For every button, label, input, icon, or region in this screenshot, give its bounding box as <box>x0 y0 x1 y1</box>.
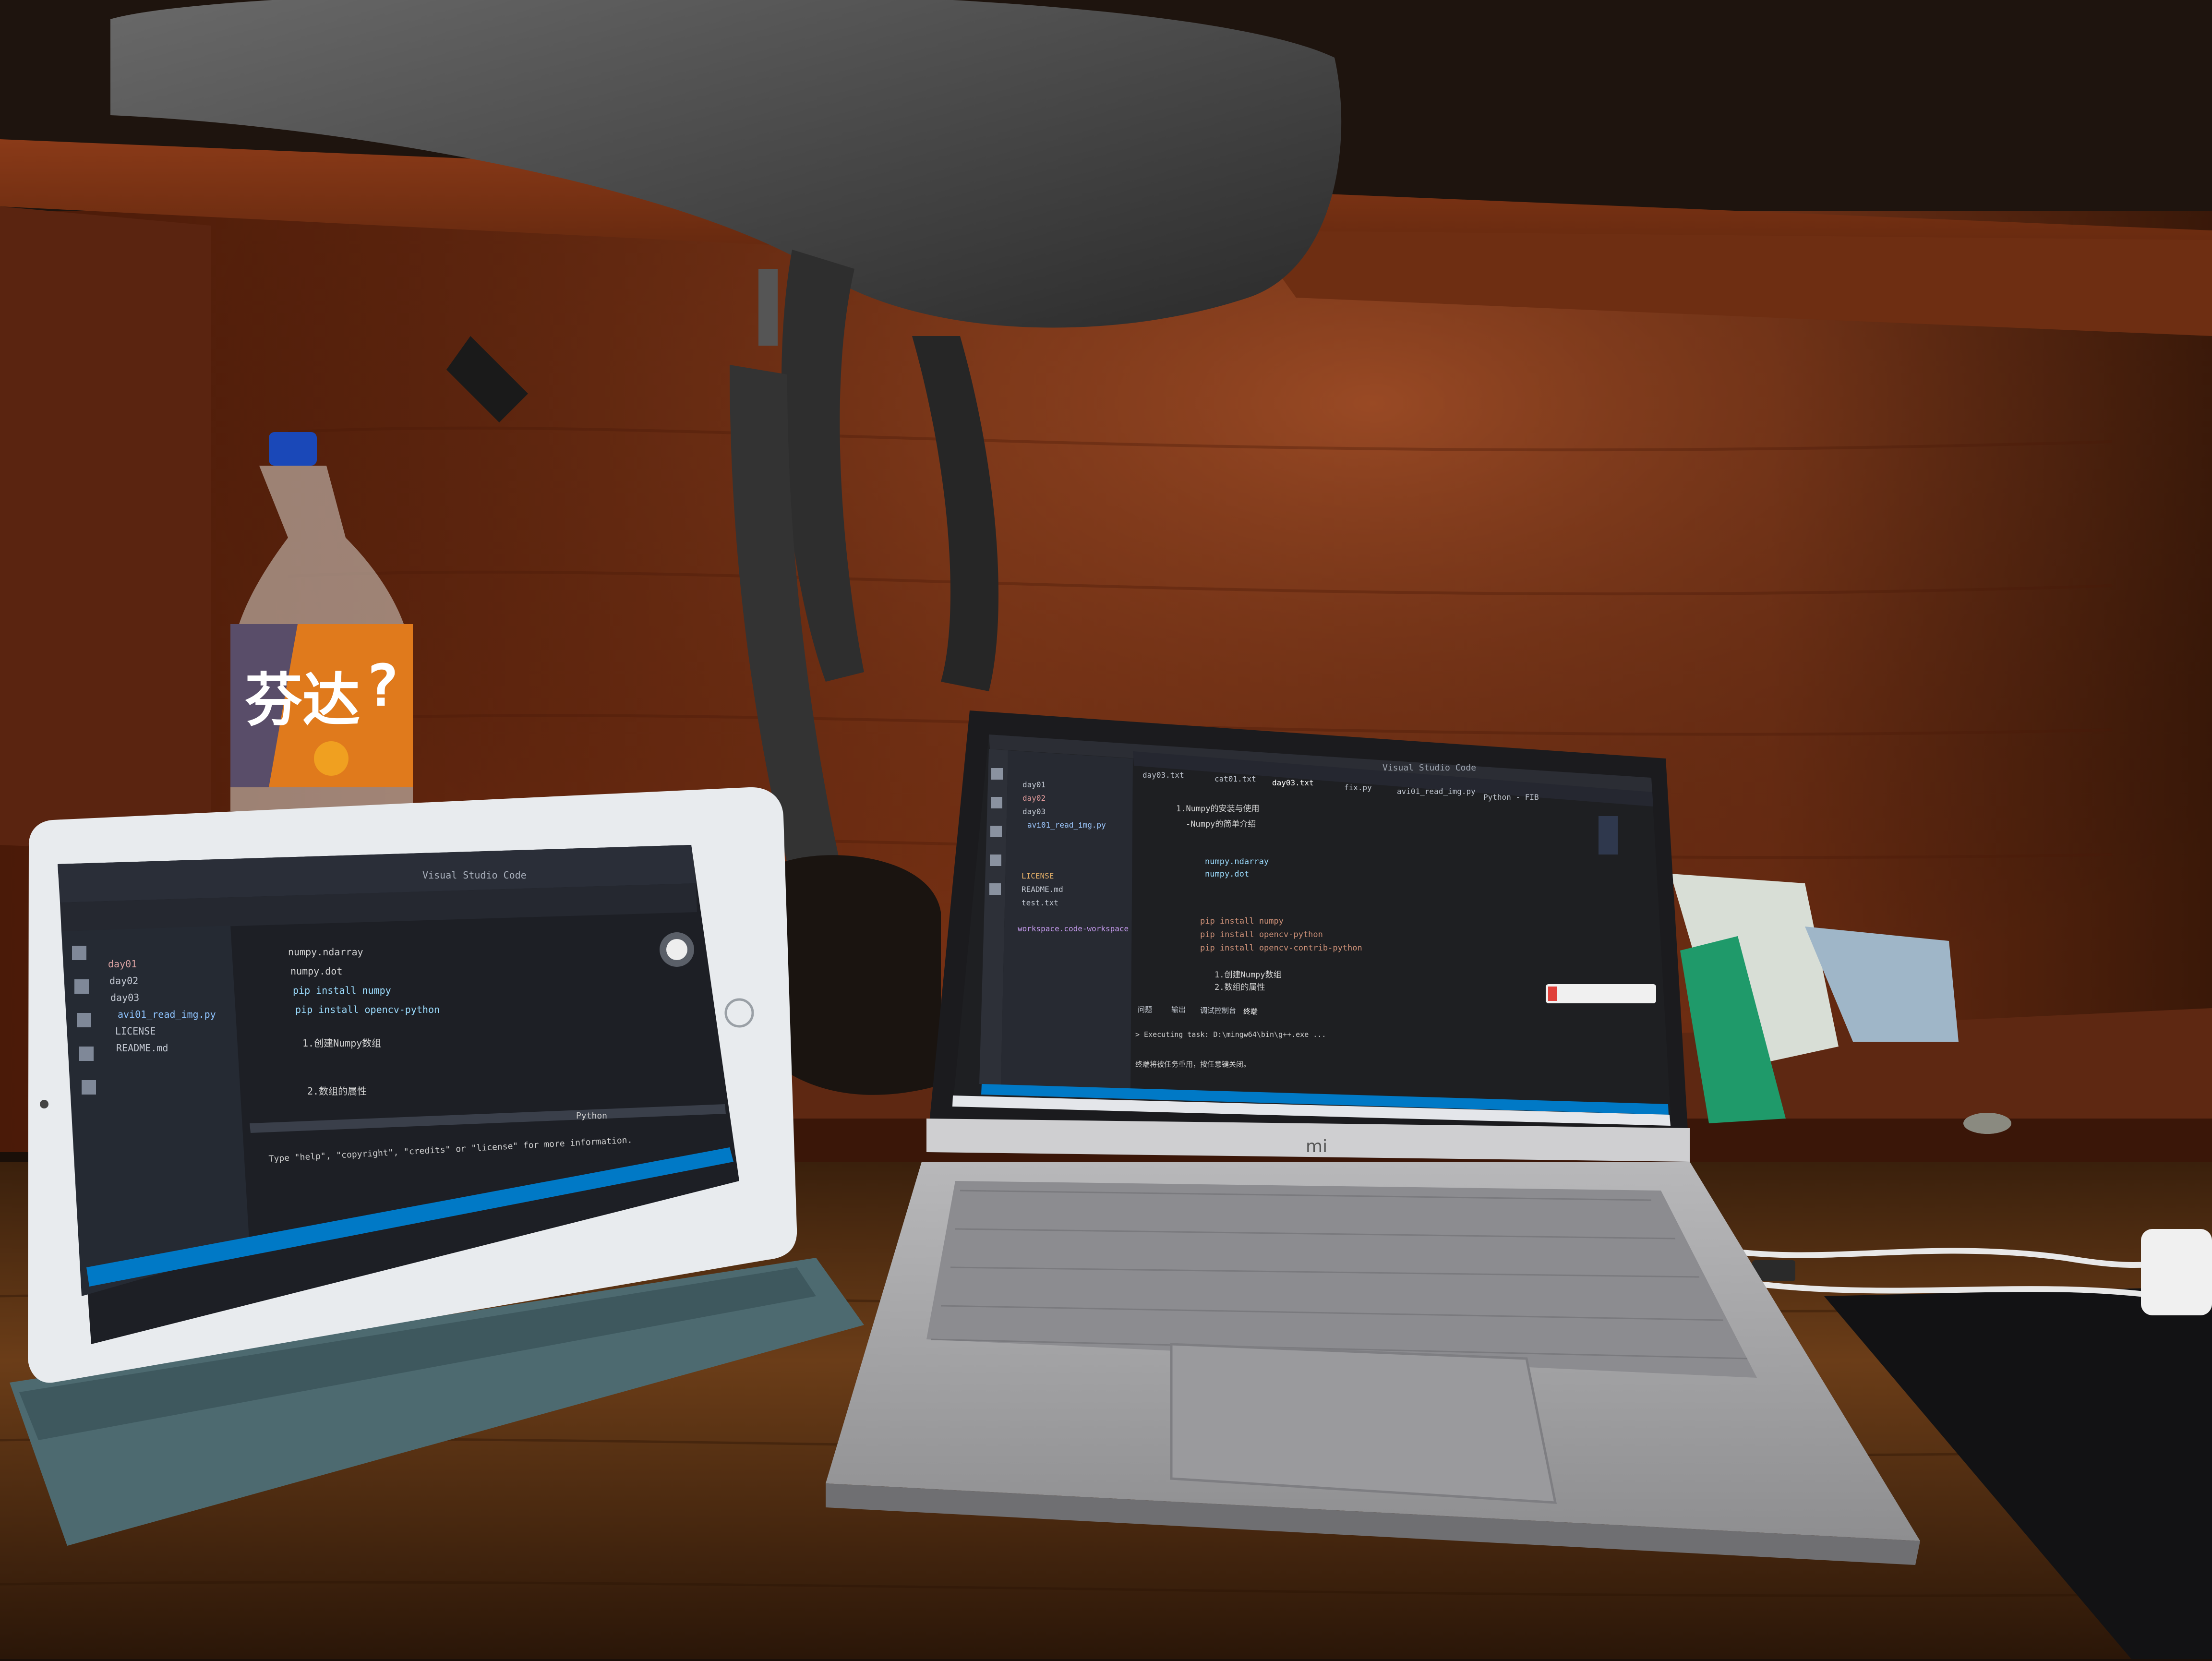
tab[interactable]: day03.txt <box>1142 770 1184 780</box>
tab[interactable]: Python - FIB <box>1483 793 1539 802</box>
left-side-panel <box>0 206 211 855</box>
editor-line: 2.数组的属性 <box>307 1085 367 1097</box>
bottle-brand-mark: ? <box>365 653 399 720</box>
panel-tab[interactable]: 问题 <box>1138 1005 1152 1014</box>
editor-line: numpy.dot <box>1205 869 1249 879</box>
dark-object <box>778 855 941 1095</box>
tab[interactable]: avi01_read_img.py <box>1397 787 1476 796</box>
list-item: day01 <box>108 958 137 970</box>
trackpad[interactable] <box>1170 1343 1557 1504</box>
editor-line: -Numpy的简单介绍 <box>1186 819 1256 829</box>
editor-line: pip install opencv-python <box>295 1004 440 1015</box>
laptop-sidebar <box>1001 750 1133 1090</box>
list-item: day03 <box>110 992 139 1003</box>
tablet-vscode-sidebar <box>61 926 250 1296</box>
panel-tab[interactable]: 终端 <box>1243 1007 1258 1016</box>
laptop-terminal-line: > Executing task: D:\mingw64\bin\g++.exe… <box>1135 1030 1326 1039</box>
laptop-terminal-note: 终端将被任务重用，按任意键关闭。 <box>1135 1060 1250 1069</box>
charger <box>2141 1229 2212 1315</box>
panel-tab[interactable]: 调试控制台 <box>1200 1006 1236 1015</box>
editor-line: 2.数组的属性 <box>1214 983 1265 992</box>
list-item[interactable]: day03 <box>1022 807 1046 816</box>
list-item[interactable]: day01 <box>1022 780 1046 789</box>
editor-line: 1.创建Numpy数组 <box>1214 970 1282 980</box>
list-item[interactable]: test.txt <box>1022 898 1058 907</box>
tablet-status-lang: Python <box>576 1111 607 1121</box>
editor-line: pip install opencv-python <box>1200 930 1323 939</box>
desk-scene: 芬达 ? day01 day02 day03 avi01_read_img.py… <box>0 0 2212 1659</box>
tab[interactable]: cat01.txt <box>1214 774 1256 783</box>
editor-line: numpy.dot <box>290 965 342 977</box>
editor-line: pip install opencv-contrib-python <box>1200 943 1362 953</box>
list-item: day02 <box>109 975 138 987</box>
list-item[interactable]: day02 <box>1022 794 1046 803</box>
scene-svg: 芬达 ? day01 day02 day03 avi01_read_img.py… <box>0 0 2212 1659</box>
editor-line: 1.创建Numpy数组 <box>302 1037 381 1049</box>
editor-line: 1.Numpy的安装与使用 <box>1176 804 1260 814</box>
editor-line: pip install numpy <box>1200 916 1284 926</box>
laptop-minimap <box>1599 816 1618 855</box>
tablet-window-title: Visual Studio Code <box>422 869 527 881</box>
list-item: LICENSE <box>115 1025 156 1037</box>
editor-line: numpy.ndarray <box>288 946 363 958</box>
tab[interactable]: day03.txt <box>1272 778 1314 787</box>
panel-tab[interactable]: 输出 <box>1171 1005 1186 1014</box>
list-item[interactable]: avi01_read_img.py <box>1027 820 1106 830</box>
list-item[interactable]: README.md <box>1022 885 1063 894</box>
list-item: avi01_read_img.py <box>118 1009 216 1020</box>
laptop-notification[interactable] <box>1546 984 1656 1003</box>
laptop-logo: mi <box>1306 1137 1327 1156</box>
list-item[interactable]: LICENSE <box>1022 871 1054 880</box>
tablet-camera <box>40 1100 48 1108</box>
laptop-window-title: Visual Studio Code <box>1382 763 1476 773</box>
editor-line: numpy.ndarray <box>1205 857 1269 867</box>
list-item[interactable]: workspace.code-workspace <box>1018 924 1129 933</box>
list-item: README.md <box>116 1042 168 1054</box>
tab[interactable]: fix.py <box>1344 783 1372 792</box>
editor-line: pip install numpy <box>293 985 391 996</box>
bottle-brand-text: 芬达 <box>245 667 360 734</box>
